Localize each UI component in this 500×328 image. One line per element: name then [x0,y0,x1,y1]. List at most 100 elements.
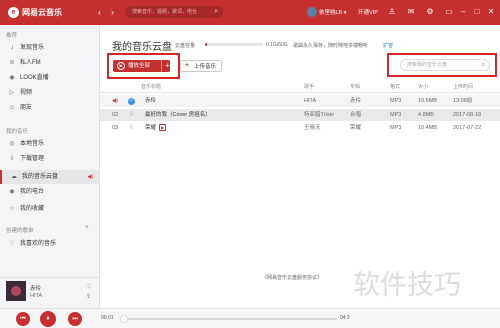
column-format[interactable]: 格式 [390,82,400,93]
download-icon: ⇩ [9,156,15,162]
heart-icon[interactable]: ♡ [86,283,91,290]
capacity-value: 0.1G/60G [266,42,288,48]
pause-button[interactable]: ⏸ [40,311,56,327]
plus-icon: + [185,62,190,69]
shirt-icon[interactable]: ♙ [387,7,397,17]
song-artist[interactable]: 王晓天 [304,122,321,134]
close-icon[interactable]: ✕ [486,7,496,17]
user-name[interactable]: 依里桃LB ▾ [319,8,347,16]
speaker-icon: ◀) [87,174,93,180]
minimize-icon[interactable]: – [458,7,468,17]
download-icon[interactable]: ⇩ [129,122,134,134]
total-time: 04:2 [340,315,350,321]
song-album[interactable]: 荣耀 [350,122,361,134]
gear-icon[interactable]: ⚙ [425,7,435,17]
highlight-box [107,53,180,79]
share-icon[interactable]: ⇪ [86,293,91,300]
radio-icon: ◉ [9,189,15,195]
sidebar-item-local-music[interactable]: ◎ 本地音乐 [0,137,99,151]
now-playing-artist[interactable]: HITA [30,293,42,299]
upload-music-button[interactable]: + 上传音乐 [180,60,222,72]
column-upload-time[interactable]: 上传时间 [453,82,473,93]
song-album[interactable]: 合唱 [350,109,361,121]
local-music-icon: ◎ [9,141,15,147]
table-header: 音乐标题 歌手 专辑 格式 大小 上传时间 [100,82,500,93]
table-row[interactable]: ◀) ✓ 赤伶 HITA 赤伶 MP3 10.5MB 13:08前 [100,95,500,107]
capacity-note: 歌曲永久保存，随时随地多端畅听 [293,43,369,49]
sidebar-item-radio[interactable]: ◉ 我的电台 [0,185,99,199]
netease-logo-icon: e [8,7,19,18]
song-format: MP3 [390,112,402,118]
sidebar-item-discover[interactable]: ♪ 发现音乐 [0,41,99,55]
playing-icon: ◀) [112,98,119,104]
song-size: 4.8MB [418,112,434,118]
capacity-bar-fill [205,43,207,46]
column-album[interactable]: 专辑 [350,82,360,93]
search-icon[interactable]: ⌕ [214,6,218,18]
sidebar-item-fm[interactable]: ≋ 私人FM [0,56,99,70]
sidebar-item-liked-music[interactable]: ♡ 我喜欢的音乐 [0,237,99,251]
video-icon: ▷ [9,90,15,96]
back-button[interactable]: ‹ [98,7,101,17]
sidebar-item-favorites[interactable]: ☆ 我的收藏 [0,202,99,216]
previous-button[interactable]: ⏮ [16,312,30,326]
song-size: 10.4MB [418,125,437,131]
mail-icon[interactable]: ✉ [406,7,416,17]
now-playing-title[interactable]: 赤伶 [30,284,41,292]
service-agreement-link[interactable]: 《网易音乐云盘服务协议》 [262,274,322,281]
global-search-input[interactable]: 搜索音乐，视频，歌词，电台 ⌕ [125,6,223,18]
player-bar: ⏮ ⏸ ⏭ 00:01 04:2 [0,308,500,328]
song-upload-time: 2017-08-18 [453,112,482,118]
current-time: 00:01 [101,315,114,321]
app-name: 网易云音乐 [22,8,62,17]
row-index: 03 [112,125,119,131]
page-title: 我的音乐云盘 [112,42,172,53]
sidebar-item-friends[interactable]: ☺ 朋友 [0,101,99,115]
column-size[interactable]: 大小 [418,82,428,93]
download-icon[interactable]: ⇩ [129,109,134,121]
progress-handle[interactable] [120,315,129,323]
capacity-label: 云盘容量 [175,43,196,49]
song-size: 10.5MB [418,98,437,104]
sidebar-item-downloads[interactable]: ⇩ 下载管理 [0,152,99,166]
album-cover[interactable] [6,281,26,301]
forward-button[interactable]: › [111,7,114,17]
star-icon: ☆ [9,206,15,212]
section-recommend: 推荐 [6,33,18,39]
vip-button[interactable]: 开通VIP [358,8,378,16]
section-my-music: 我的音乐 [6,129,29,135]
check-icon: ✓ [128,98,135,105]
title-bar: e 网易云音乐 ‹ › 搜索音乐，视频，歌词，电台 ⌕ 依里桃LB ▾ 开通VI… [0,0,500,25]
song-upload-time: 2017-07-22 [453,125,482,131]
mini-mode-icon[interactable]: ▭ [444,7,454,17]
watermark: 软件技巧 [353,270,461,301]
table-row[interactable]: 02 ⇩ 最好的我（Cover 房祖名） 特亚腊Triste 合唱 MP3 4.… [100,109,500,121]
music-note-icon: ♪ [10,45,14,51]
column-artist[interactable]: 歌手 [304,82,314,93]
expand-link[interactable]: 扩容 [383,42,393,49]
live-icon: ◉ [9,75,15,81]
sidebar-item-look[interactable]: ◉ LOOK直播 [0,71,99,85]
next-button[interactable]: ⏭ [68,312,82,326]
song-title: 最好的我（Cover 房祖名） [145,112,211,118]
song-artist[interactable]: 特亚腊Triste [304,109,334,121]
column-title[interactable]: 音乐标题 [141,82,161,93]
row-index: 02 [112,112,119,118]
song-format: MP3 [390,125,402,131]
highlight-box [387,53,497,77]
progress-bar[interactable] [120,315,337,323]
add-playlist-icon[interactable]: + [85,224,89,231]
song-album[interactable]: 赤伶 [350,95,361,107]
avatar[interactable] [307,7,317,17]
capacity-bar [205,43,263,46]
sidebar-item-video[interactable]: ▷ 视频 [0,86,99,100]
chevron-down-icon: ▾ [343,10,347,16]
now-playing-panel[interactable]: 赤伶 HITA ♡ ⇪ [0,277,100,308]
song-artist[interactable]: HITA [304,95,316,107]
mv-icon[interactable]: ▶ [159,124,167,131]
maximize-icon[interactable]: □ [472,7,482,17]
sidebar-item-music-cloud[interactable]: ☁ 我的音乐云盘 ◀) [0,170,99,184]
song-format: MP3 [390,98,402,104]
sidebar: 推荐 ♪ 发现音乐 ≋ 私人FM ◉ LOOK直播 ▷ 视频 ☺ 朋友 我的音乐 ◎ 本地音… [0,25,100,277]
table-row[interactable]: 03 ⇩ 荣耀 ▶ 王晓天 荣耀 MP3 10.4MB 2017-07-22 [100,122,500,134]
